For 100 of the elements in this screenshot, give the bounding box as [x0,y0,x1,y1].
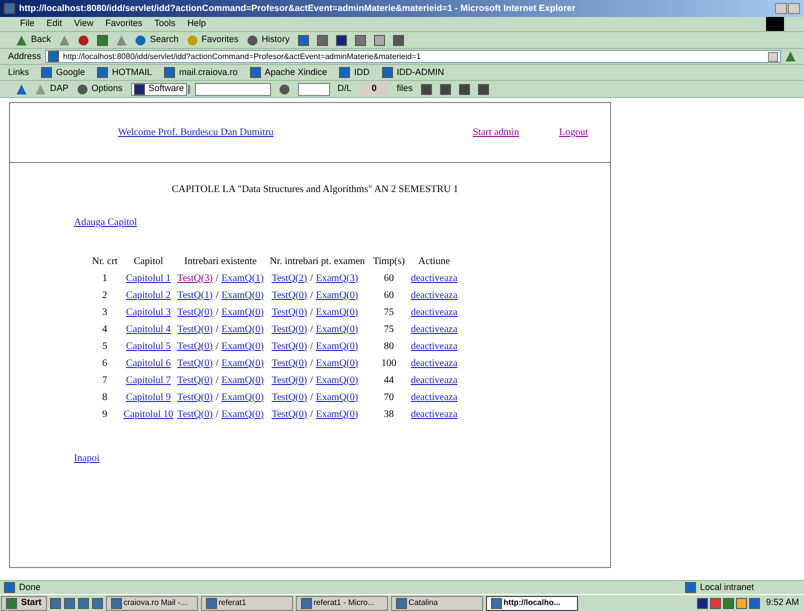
question-link[interactable]: ExamQ(0) [221,290,264,300]
taskbar-button[interactable]: http://localho... [486,596,578,610]
chapter-link[interactable]: Capitolul 6 [126,358,171,368]
question-link[interactable]: ExamQ(0) [221,392,264,402]
toolbar-button[interactable]: History [246,33,290,47]
question-link[interactable]: TestQ(0) [272,358,308,368]
question-link[interactable]: ExamQ(0) [316,392,358,402]
deactivate-link[interactable]: deactiveaza [410,272,458,284]
chapter-link[interactable]: Capitolul 7 [126,374,171,386]
menu-item[interactable]: File [20,17,35,31]
welcome-link[interactable]: Welcome Prof. Burdescu Dan Dumitru [118,125,274,140]
toolbar-button[interactable]: DAP [35,82,69,96]
question-link[interactable]: ExamQ(0) [316,408,358,420]
taskbar-button[interactable]: Catalina [390,596,483,610]
menu-item[interactable]: Favorites [105,17,142,31]
separator-text: / [214,392,220,402]
question-link[interactable]: TestQ(0) [272,392,308,402]
question-link[interactable]: TestQ(0) [272,374,308,386]
menu-item[interactable]: Help [187,17,206,31]
question-link[interactable]: ExamQ(1) [221,272,264,284]
back-link[interactable]: Inapoi [74,451,100,466]
deactivate-link[interactable]: deactiveaza [410,290,458,300]
question-link[interactable]: TestQ(0) [272,290,308,300]
question-link[interactable]: TestQ(0) [177,306,213,318]
minimize-button[interactable] [775,3,787,14]
separator-text: / [309,306,314,318]
zone-text: Local intranet [700,580,756,594]
question-link[interactable]: ExamQ(0) [221,340,264,352]
dropdown-button[interactable] [768,52,778,62]
link-button[interactable]: mail.craiova.ro [164,66,238,80]
search-field[interactable] [194,82,271,96]
question-link[interactable]: ExamQ(0) [221,306,264,318]
question-link[interactable]: ExamQ(0) [316,340,358,352]
question-link[interactable]: ExamQ(0) [221,374,264,386]
question-link[interactable]: TestQ(0) [177,358,213,368]
deactivate-link[interactable]: deactiveaza [410,374,458,386]
question-link[interactable]: ExamQ(0) [316,324,358,334]
slot-field[interactable] [298,82,330,96]
deactivate-link[interactable]: deactiveaza [410,306,458,318]
menu-item[interactable]: Tools [154,17,176,31]
taskbar-button[interactable]: referat1 - Micro... [296,596,388,610]
taskbar-button[interactable]: referat1 [200,596,293,610]
maximize-button[interactable] [788,3,800,14]
link-button[interactable]: IDD-ADMIN [382,66,444,80]
question-link[interactable]: ExamQ(0) [221,358,264,368]
question-link[interactable]: TestQ(0) [177,408,213,420]
chapter-link[interactable]: Capitolul 2 [126,290,171,300]
link-button[interactable]: IDD [339,66,370,80]
chapter-link[interactable]: Capitolul 1 [126,272,171,284]
question-link[interactable]: ExamQ(0) [221,408,264,420]
address-field[interactable]: http://localhost:8080/idd/servlet/idd?actionCommand=Profesor&actEvent=adminMaterie&materieid=1 [45,50,781,63]
question-link[interactable]: TestQ(0) [177,324,213,334]
question-link[interactable]: TestQ(3) [177,272,213,284]
question-link[interactable]: TestQ(0) [272,324,308,334]
start-button[interactable]: Start [1,596,47,610]
deactivate-link[interactable]: deactiveaza [410,408,458,420]
question-link[interactable]: TestQ(0) [272,340,308,352]
toolbar-button[interactable]: Options [76,82,123,96]
question-link[interactable]: TestQ(0) [177,374,213,386]
question-link[interactable]: TestQ(0) [177,392,213,402]
question-link[interactable]: TestQ(0) [272,306,308,318]
table-cell-text: 75 [382,322,395,336]
taskbar-button[interactable]: craiova.ro Mail -... [106,596,198,610]
separator-text: / [309,408,314,420]
links-label: Links [8,66,30,79]
deactivate-link[interactable]: deactiveaza [410,340,458,352]
question-link[interactable]: ExamQ(0) [221,324,264,334]
column-header: Nr. crt [91,254,119,268]
question-link[interactable]: TestQ(0) [272,408,308,420]
question-link[interactable]: ExamQ(0) [316,290,358,300]
question-link[interactable]: ExamQ(0) [316,374,358,386]
question-link[interactable]: TestQ(0) [177,340,213,352]
chapter-link[interactable]: Capitolul 3 [126,306,171,318]
start-admin-link[interactable]: Start admin [472,125,520,140]
question-link[interactable]: ExamQ(3) [316,272,358,284]
link-button[interactable]: HOTMAIL [97,66,152,80]
toolbar-button[interactable]: Favorites [186,33,239,47]
deactivate-link[interactable]: deactiveaza [410,358,458,368]
chapter-link[interactable]: Capitolul 10 [124,408,174,420]
chapter-link[interactable]: Capitolul 5 [126,340,171,352]
menu-item[interactable]: Edit [46,17,62,31]
deactivate-link[interactable]: deactiveaza [410,324,458,334]
question-link[interactable]: TestQ(1) [177,290,213,300]
question-link[interactable]: ExamQ(0) [316,358,358,368]
menu-item[interactable]: View [74,17,94,31]
software-dropdown[interactable]: Software [130,82,187,96]
add-chapter-link[interactable]: Adauga Capitol [74,215,138,230]
question-link[interactable]: ExamQ(0) [316,306,358,318]
chapter-link[interactable]: Capitolul 9 [126,392,171,402]
dropdown-button[interactable] [188,84,190,94]
separator-text: / [309,392,314,402]
separator-text: / [214,358,220,368]
logout-link[interactable]: Logout [559,125,588,140]
question-link[interactable]: TestQ(2) [272,272,308,284]
link-button[interactable]: Apache Xindice [250,66,328,80]
link-button[interactable]: Google [41,66,86,80]
chapter-link[interactable]: Capitolul 4 [126,324,171,334]
deactivate-link[interactable]: deactiveaza [410,392,458,402]
toolbar-button[interactable]: Back [16,33,52,47]
toolbar-button[interactable]: Search [135,33,179,47]
